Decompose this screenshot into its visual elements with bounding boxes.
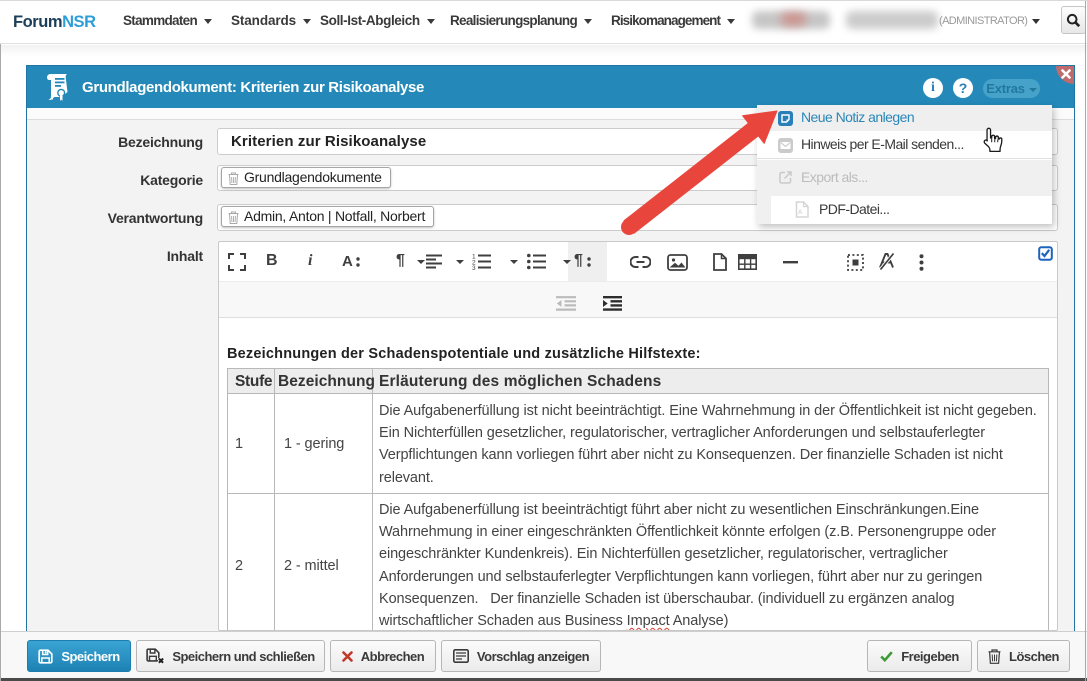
- svg-text:A: A: [798, 210, 803, 216]
- svg-text:3: 3: [472, 265, 476, 270]
